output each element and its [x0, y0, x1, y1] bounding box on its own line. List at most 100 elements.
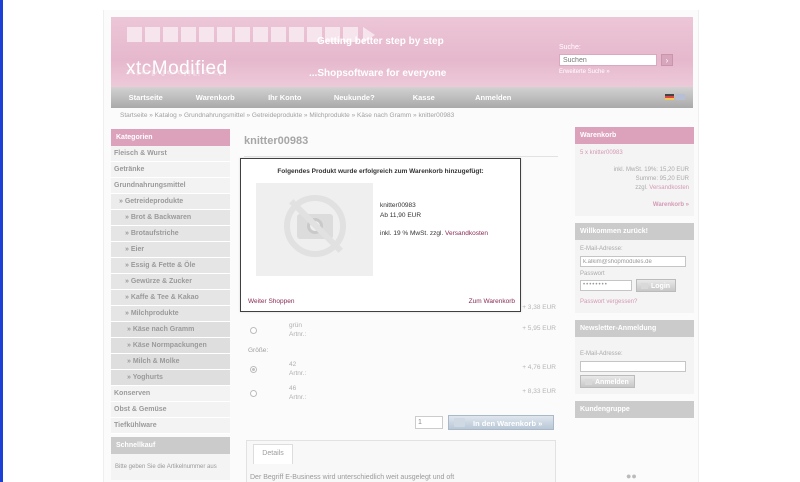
cart-shipping: zzgl. Versandkosten	[635, 185, 689, 191]
nav-anmelden[interactable]: Anmelden	[459, 93, 529, 102]
breadcrumb: Startseite » Katalog » Grundnahrungsmitt…	[120, 112, 455, 119]
cart-sum: Summe: 95,20 EUR	[635, 176, 689, 182]
option-price: + 5,95 EUR	[522, 325, 556, 332]
main-nav: Startseite Warenkorb Ihr Konto Neukunde?…	[111, 87, 693, 108]
quantity-input[interactable]	[415, 416, 443, 429]
cart-icon	[454, 418, 465, 427]
subscribe-button[interactable]: Anmelden	[580, 375, 635, 388]
option-name: 46 Artnr.:	[289, 385, 307, 401]
tagline-bottom: ...Shopsoftware for everyone	[309, 68, 447, 79]
continue-shopping-link[interactable]: Weiter Shoppen	[248, 298, 295, 305]
dialog-tax: inkl. 19 % MwSt. zzgl. Versandkosten	[380, 230, 489, 237]
login-header: Willkommen zurück!	[575, 223, 694, 240]
category-item[interactable]: Getränke	[111, 162, 230, 178]
search-label: Suche:	[559, 44, 581, 51]
no-image-placeholder	[256, 183, 373, 276]
nav-kasse[interactable]: Kasse	[389, 93, 459, 102]
category-item[interactable]: » Brotaufstriche	[111, 226, 230, 242]
language-flags	[665, 94, 685, 100]
german-flag-icon[interactable]	[665, 94, 674, 100]
shipping-link[interactable]: Versandkosten	[649, 185, 689, 191]
add-to-cart-button[interactable]: In den Warenkorb »	[448, 415, 554, 430]
option-radio[interactable]	[250, 327, 257, 334]
english-flag-icon[interactable]	[676, 94, 685, 100]
category-item[interactable]: » Brot & Backwaren	[111, 210, 230, 226]
divider	[244, 156, 558, 157]
tagline-top: Getting better step by step	[317, 36, 444, 47]
email-field[interactable]	[580, 256, 686, 267]
category-item[interactable]: Fleisch & Wurst	[111, 146, 230, 162]
nav-neukunde[interactable]: Neukunde?	[320, 93, 390, 102]
forgot-password-link[interactable]: Passwort vergessen?	[580, 298, 689, 307]
dialog-product-price: Ab 11,90 EUR	[380, 212, 422, 219]
category-item[interactable]: » Gewürze & Zucker	[111, 274, 230, 290]
nav-startseite[interactable]: Startseite	[111, 93, 181, 102]
category-item[interactable]: » Milch & Molke	[111, 354, 230, 370]
option-radio[interactable]	[250, 390, 257, 397]
option-price: + 3,38 EUR	[522, 304, 556, 311]
newsletter-header: Newsletter-Anmeldung	[575, 320, 694, 337]
advanced-search-link[interactable]: Erweiterte Suche »	[559, 69, 610, 75]
option-radio[interactable]	[250, 366, 257, 373]
category-item[interactable]: » Kaffe & Tee & Kakao	[111, 290, 230, 306]
category-item[interactable]: » Käse nach Gramm	[111, 322, 230, 338]
tab-details[interactable]: Details	[253, 444, 293, 464]
schnellkauf-header: Schnellkauf	[111, 437, 230, 454]
dialog-shipping-link[interactable]: Versandkosten	[445, 230, 488, 237]
newsletter-email-label: E-Mail-Adresse:	[580, 351, 623, 357]
nav-ihr-konto[interactable]: Ihr Konto	[250, 93, 320, 102]
cart-item[interactable]: 5 x knitter00983	[580, 149, 689, 158]
size-label: Größe:	[248, 347, 269, 354]
option-name: grün Artnr.:	[289, 322, 307, 338]
login-button[interactable]: Login	[636, 279, 677, 292]
header-banner: Getting better step by step xtcModified …	[111, 17, 693, 89]
login-box: Willkommen zurück! E-Mail-Adresse: Passw…	[575, 223, 694, 313]
cart-link[interactable]: Warenkorb »	[580, 201, 689, 210]
details-text: Der Begriff E-Business wird unterschiedl…	[250, 474, 455, 481]
schnellkauf-text: Bitte geben Sie die Artikelnummer aus	[111, 454, 230, 480]
category-item[interactable]: Tiefkühlware	[111, 418, 230, 434]
category-item[interactable]: » Käse Normpackungen	[111, 338, 230, 354]
category-item[interactable]: Obst & Gemüse	[111, 402, 230, 418]
cart-box: Warenkorb 5 x knitter00983 inkl. MwSt. 1…	[575, 127, 694, 216]
category-item[interactable]: Konserven	[111, 386, 230, 402]
nav-warenkorb[interactable]: Warenkorb	[181, 93, 251, 102]
chevron-right-icon[interactable]: ›	[661, 54, 673, 66]
newsletter-email-field[interactable]	[580, 361, 686, 372]
category-item[interactable]: » Getreideprodukte	[111, 194, 230, 210]
categories-box: Kategorien Fleisch & Wurst Getränke Grun…	[111, 129, 230, 480]
email-label: E-Mail-Adresse:	[580, 246, 623, 252]
newsletter-box: Newsletter-Anmeldung E-Mail-Adresse: Anm…	[575, 320, 694, 394]
right-sidebar: Warenkorb 5 x knitter00983 inkl. MwSt. 1…	[575, 127, 694, 425]
shop-logo-reflection: xtcModified	[126, 67, 223, 77]
option-price: + 4,76 EUR	[522, 364, 556, 371]
option-row: 46 Artnr.: + 8,33 EUR	[244, 384, 558, 406]
customer-group-box: Kundengruppe	[575, 401, 694, 418]
customer-group-icon: ●●	[626, 471, 637, 481]
category-item[interactable]: Grundnahrungsmittel	[111, 178, 230, 194]
cart-header: Warenkorb	[575, 127, 694, 144]
option-row: 42 Artnr.: + 4,76 EUR	[244, 360, 558, 382]
product-main: knitter00983 + 3,38 EUR grün Artnr.: + 5,…	[244, 135, 558, 482]
dialog-title: Folgendes Produkt wurde erfolgreich zum …	[277, 168, 484, 175]
password-field[interactable]: ••••••••	[580, 280, 632, 291]
screen-edge	[0, 0, 3, 482]
category-item[interactable]: » Essig & Fette & Öle	[111, 258, 230, 274]
added-to-cart-dialog: Folgendes Produkt wurde erfolgreich zum …	[240, 158, 521, 312]
category-item[interactable]: » Yoghurts	[111, 370, 230, 386]
option-row: grün Artnr.: + 5,95 EUR	[244, 321, 558, 343]
search-input[interactable]	[559, 54, 657, 66]
customer-group-header: Kundengruppe	[575, 401, 694, 418]
go-to-cart-link[interactable]: Zum Warenkorb	[469, 298, 515, 305]
categories-header: Kategorien	[111, 129, 230, 146]
category-item[interactable]: » Milchprodukte	[111, 306, 230, 322]
password-label: Passwort	[580, 271, 605, 277]
product-title: knitter00983	[244, 135, 309, 147]
option-name: 42 Artnr.:	[289, 361, 307, 377]
dialog-product-name: knitter00983	[380, 202, 416, 209]
option-price: + 8,33 EUR	[522, 388, 556, 395]
category-item[interactable]: » Eier	[111, 242, 230, 258]
dialog-product-info: knitter00983 Ab 11,90 EUR inkl. 19 % MwS…	[380, 201, 488, 239]
details-panel: Details Der Begriff E-Business wird unte…	[246, 440, 556, 482]
cart-tax: inkl. MwSt. 19%: 15,20 EUR	[613, 167, 689, 173]
